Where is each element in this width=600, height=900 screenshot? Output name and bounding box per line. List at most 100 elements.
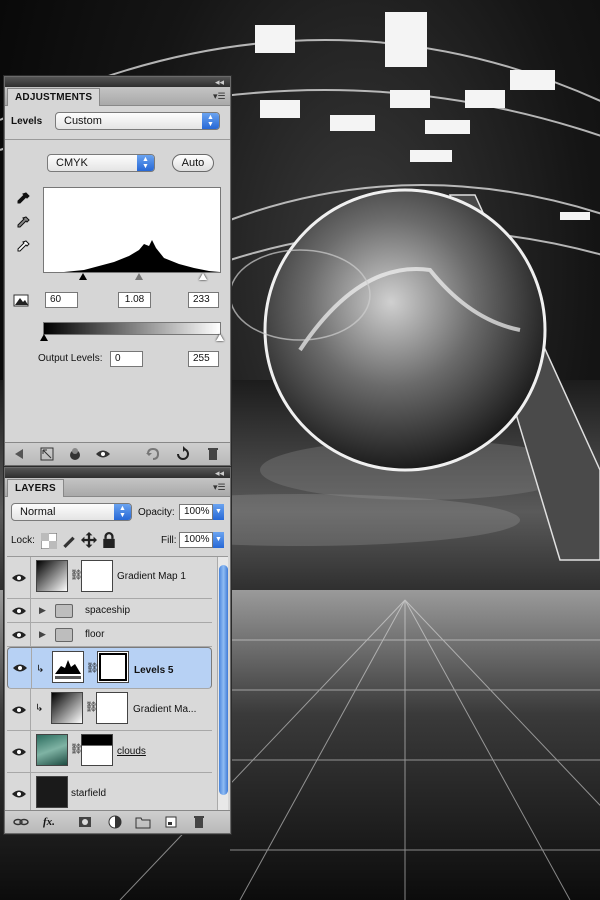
delete-icon[interactable] (205, 446, 221, 462)
output-white-field[interactable]: 255 (188, 351, 219, 367)
visibility-toggle[interactable] (7, 557, 31, 598)
visibility-toggle[interactable] (7, 773, 31, 810)
lock-pixels-icon[interactable] (61, 532, 75, 548)
lock-transparency-icon[interactable] (41, 533, 57, 549)
layer-row-floor[interactable]: ▶ floor (7, 623, 212, 647)
layer-name[interactable]: clouds (117, 746, 146, 757)
fill-field[interactable]: 100% (179, 532, 213, 548)
scrollbar-thumb[interactable] (219, 565, 228, 795)
adjustment-thumbnail (36, 560, 68, 592)
visibility-toggle[interactable] (7, 689, 31, 730)
folder-icon (55, 628, 73, 642)
layer-row-gradient-map-1[interactable]: ⛓ Gradient Map 1 (7, 557, 212, 599)
visibility-toggle[interactable] (8, 648, 32, 688)
clipping-arrow-icon: ↳ (36, 664, 45, 675)
auto-button[interactable]: Auto (172, 154, 214, 172)
expand-triangle-icon[interactable]: ▶ (39, 629, 46, 640)
visibility-eye-icon[interactable] (95, 446, 111, 462)
lock-all-icon[interactable] (101, 532, 115, 548)
output-black-field[interactable]: 0 (110, 351, 143, 367)
histogram (43, 187, 221, 273)
input-black-field[interactable]: 60 (45, 292, 78, 308)
layer-row-gradient-map[interactable]: ↳ ⛓ Gradient Ma... (7, 689, 212, 731)
clipping-arrow-icon: ↳ (35, 703, 44, 714)
new-layer-icon[interactable] (163, 814, 179, 830)
panel-title-bar[interactable]: ◂◂ (5, 77, 230, 87)
opacity-label: Opacity: (138, 507, 175, 518)
eye-icon (12, 790, 26, 797)
clipping-warning-icon[interactable] (13, 292, 29, 308)
layer-style-fx-icon[interactable]: fx. (43, 814, 59, 830)
channel-dropdown[interactable]: CMYK ▲ ▼ (47, 154, 155, 172)
new-group-icon[interactable] (135, 814, 151, 830)
eye-icon (12, 574, 26, 581)
adjustments-tab-row: ADJUSTMENTS ▾☰ (5, 87, 230, 106)
collapse-icon[interactable]: ◂◂ (215, 77, 224, 87)
layer-list-scrollbar[interactable] (217, 557, 228, 810)
layer-name[interactable]: starfield (71, 788, 106, 799)
layer-list: ⛓ Gradient Map 1 ▶ spaceship ▶ floor ↳ ⛓ (7, 556, 228, 810)
layer-name[interactable]: Gradient Ma... (133, 704, 196, 715)
divider (5, 139, 230, 140)
expand-view-icon[interactable] (39, 446, 55, 462)
output-levels-label: Output Levels: (38, 353, 103, 364)
opacity-dropdown-arrow[interactable]: ▼ (213, 504, 224, 520)
input-slider-track[interactable] (43, 273, 219, 281)
view-previous-state-icon[interactable] (145, 446, 161, 462)
output-slider-track[interactable] (40, 334, 224, 342)
white-point-handle[interactable] (199, 273, 207, 280)
new-adjustment-icon[interactable] (107, 814, 123, 830)
expand-triangle-icon[interactable]: ▶ (39, 605, 46, 616)
link-layers-icon[interactable] (13, 814, 29, 830)
eye-icon (12, 607, 26, 614)
tab-layers[interactable]: LAYERS (7, 479, 64, 497)
panel-title-bar[interactable]: ◂◂ (5, 468, 230, 478)
layer-row-levels-5[interactable]: ↳ ⛓ Levels 5 (7, 647, 212, 689)
black-point-handle[interactable] (79, 273, 87, 280)
lock-position-icon[interactable] (81, 532, 97, 548)
preset-dropdown[interactable]: Custom ▲ ▼ (55, 112, 220, 130)
layers-tab-row: LAYERS ▾☰ (5, 478, 230, 497)
tab-adjustments[interactable]: ADJUSTMENTS (7, 88, 101, 106)
layer-row-starfield[interactable]: starfield (7, 773, 212, 810)
layer-name[interactable]: Levels 5 (134, 663, 173, 679)
visibility-toggle[interactable] (7, 599, 31, 622)
blend-mode-dropdown[interactable]: Normal ▲ ▼ (11, 503, 132, 521)
starfield-thumbnail (36, 776, 68, 808)
layer-row-clouds[interactable]: ⛓ clouds (7, 731, 212, 773)
input-white-field[interactable]: 233 (188, 292, 219, 308)
fill-dropdown-arrow[interactable]: ▼ (213, 532, 224, 548)
output-black-handle[interactable] (40, 334, 48, 341)
mask-thumbnail (81, 560, 113, 592)
gray-eyedropper-icon[interactable] (15, 215, 31, 231)
layer-name[interactable]: floor (85, 629, 104, 640)
blend-mode-value: Normal (20, 506, 56, 518)
layer-name[interactable]: Gradient Map 1 (117, 571, 186, 582)
collapse-icon[interactable]: ◂◂ (215, 468, 224, 478)
panel-menu-icon[interactable]: ▾☰ (213, 91, 227, 101)
preset-label: Levels (11, 116, 43, 127)
trash-icon[interactable] (191, 814, 207, 830)
eye-icon (12, 706, 26, 713)
clouds-thumbnail (36, 734, 68, 766)
layers-footer: fx. (5, 810, 230, 833)
input-midtone-field[interactable]: 1.08 (118, 292, 151, 308)
clip-to-layer-icon[interactable] (67, 446, 83, 462)
panel-menu-icon[interactable]: ▾☰ (213, 482, 227, 492)
output-white-handle[interactable] (216, 334, 224, 341)
mask-thumbnail (81, 734, 113, 766)
back-arrow-icon[interactable] (11, 446, 27, 462)
black-eyedropper-icon[interactable] (15, 191, 31, 207)
layer-row-spaceship[interactable]: ▶ spaceship (7, 599, 212, 623)
layers-panel: ◂◂ LAYERS ▾☰ Normal ▲ ▼ Opacity: 100% ▼ L… (4, 467, 231, 834)
midtone-handle[interactable] (135, 273, 143, 280)
add-mask-icon[interactable] (77, 814, 93, 830)
adjustments-panel: ◂◂ ADJUSTMENTS ▾☰ Levels Custom ▲ ▼ CMYK … (4, 76, 231, 466)
white-eyedropper-icon[interactable] (15, 239, 31, 255)
reset-icon[interactable] (175, 446, 191, 462)
visibility-toggle[interactable] (7, 731, 31, 772)
lock-label: Lock: (11, 535, 35, 546)
opacity-field[interactable]: 100% (179, 504, 213, 520)
layer-name[interactable]: spaceship (85, 605, 130, 616)
visibility-toggle[interactable] (7, 623, 31, 646)
